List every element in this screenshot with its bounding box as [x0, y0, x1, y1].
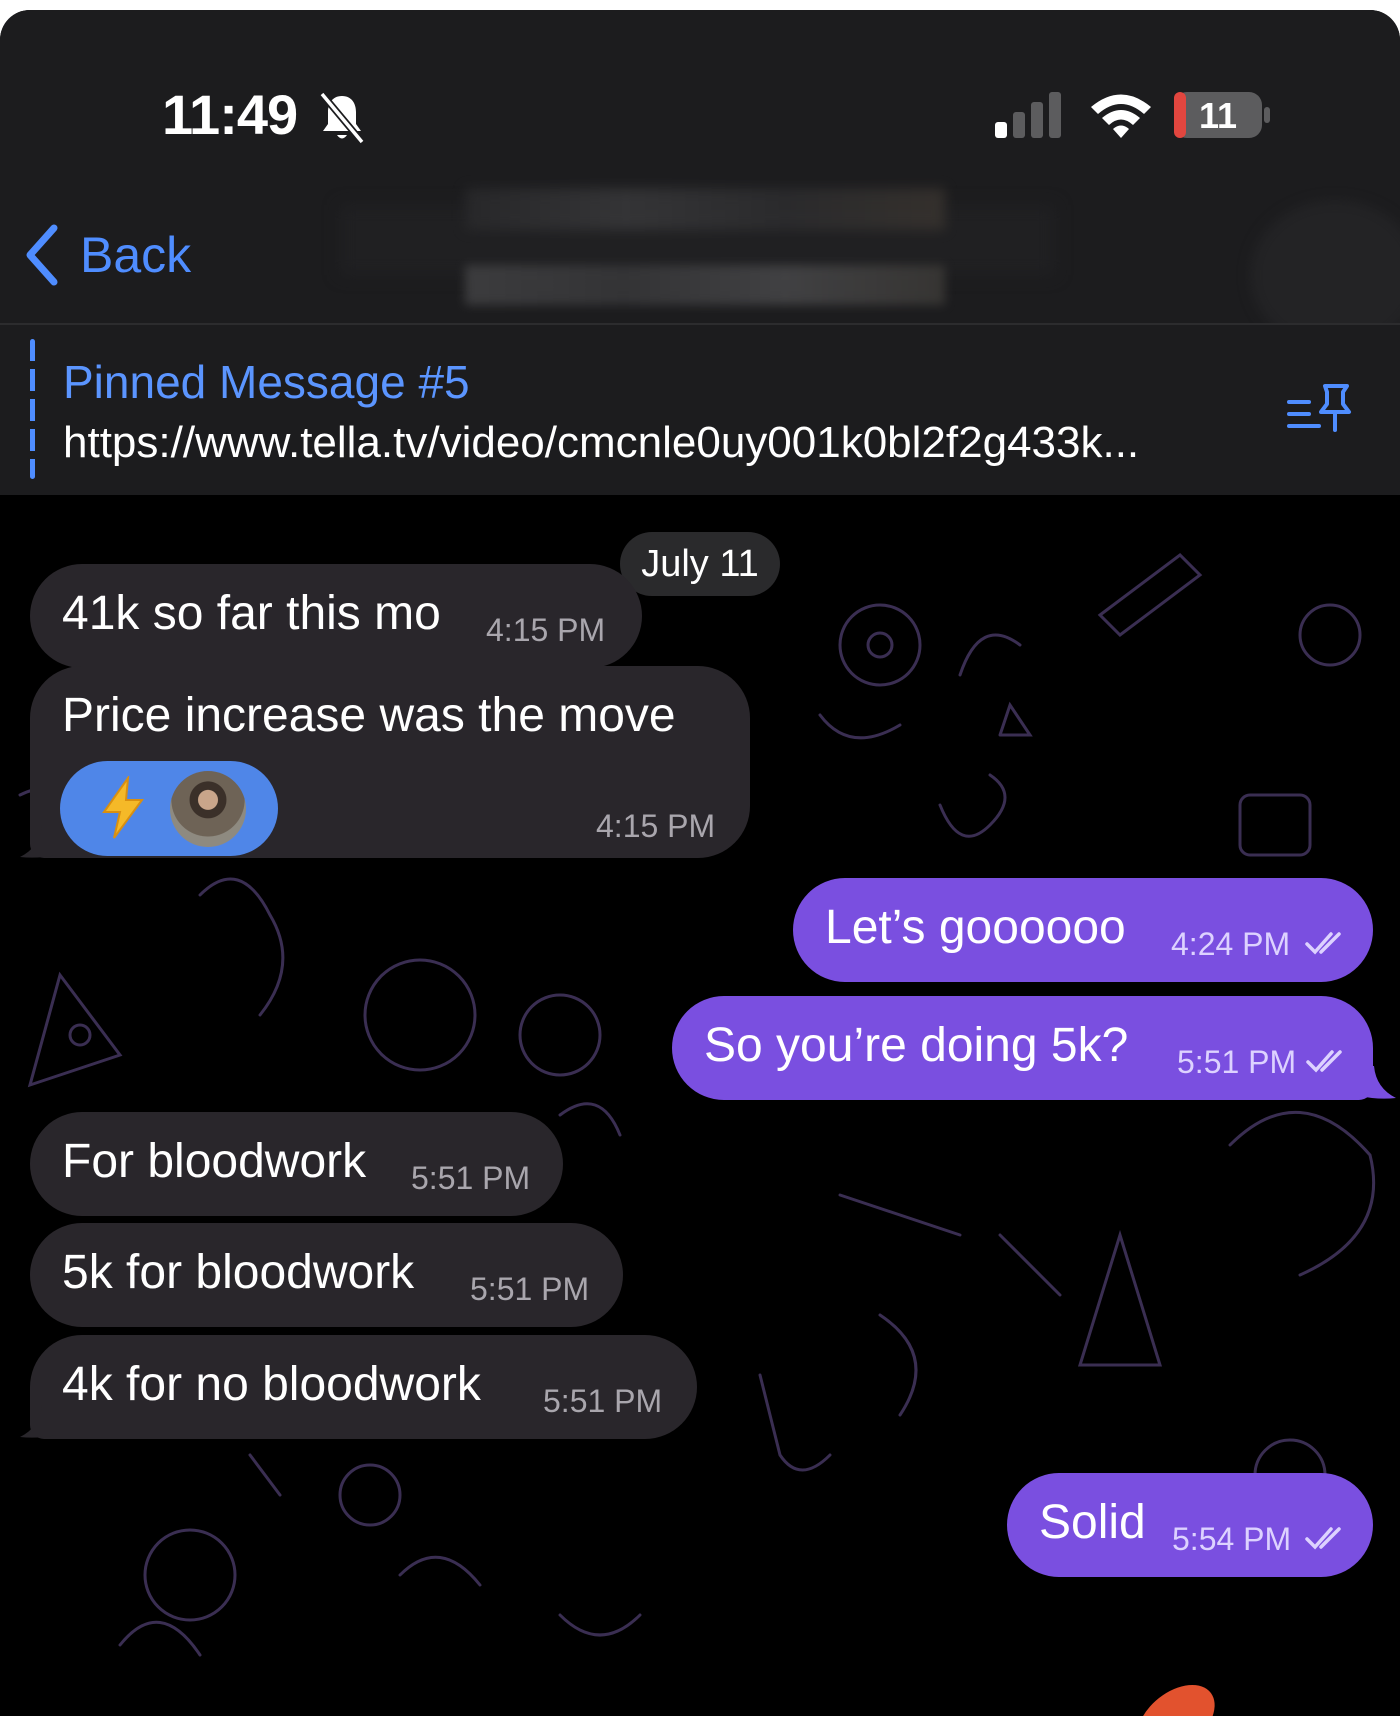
reaction-avatar — [170, 771, 246, 847]
message-time: 5:54 PM — [1172, 1521, 1292, 1557]
message-text: Solid — [1039, 1496, 1146, 1549]
back-label: Back — [80, 227, 192, 283]
message-text: Price increase was the move — [62, 689, 676, 742]
pinned-title: Pinned Message #5 — [63, 356, 470, 408]
pinned-url: https://www.tella.tv/video/cmcnle0uy001k… — [63, 418, 1140, 467]
message-time: 4:15 PM — [596, 808, 716, 844]
double-check-icon — [1305, 932, 1341, 955]
message-outgoing[interactable]: Solid 5:54 PM — [1007, 1473, 1373, 1577]
redacted-last-seen — [465, 265, 945, 305]
lightning-icon — [102, 776, 144, 839]
phone-screen: 11:49 11 Back Pinned Message #5 https://… — [0, 10, 1400, 1716]
message-incoming[interactable]: Price increase was the move 4:15 PM — [30, 666, 750, 858]
message-incoming[interactable]: 41k so far this mo 4:15 PM — [30, 564, 642, 668]
message-time: 5:51 PM — [1177, 1044, 1297, 1080]
pinned-indicator — [30, 339, 35, 479]
message-outgoing[interactable]: Let’s goooooo 4:24 PM — [793, 878, 1373, 982]
bubble-tail — [1360, 1066, 1396, 1099]
message-time: 4:24 PM — [1171, 926, 1291, 962]
double-check-icon — [1306, 1050, 1342, 1073]
message-outgoing[interactable]: So you’re doing 5k? 5:51 PM — [672, 996, 1373, 1100]
message-time: 5:51 PM — [470, 1271, 590, 1307]
message-time: 4:15 PM — [486, 612, 606, 648]
message-reaction[interactable] — [60, 761, 278, 856]
status-time: 11:49 — [162, 83, 298, 146]
message-text: For bloodwork — [62, 1135, 367, 1188]
wifi-icon — [1091, 94, 1151, 138]
message-text: Let’s goooooo — [825, 901, 1126, 954]
chevron-left-icon — [26, 224, 58, 286]
message-text: 4k for no bloodwork — [62, 1358, 481, 1411]
chat-area[interactable]: July 11 41k so far this mo 4:15 PM Price… — [0, 495, 1400, 1716]
bubble-tail — [20, 1405, 56, 1438]
bell-slash-icon — [319, 91, 365, 145]
double-check-icon — [1305, 1527, 1341, 1550]
message-text: 5k for bloodwork — [62, 1246, 415, 1299]
pinned-message-bar[interactable]: Pinned Message #5 https://www.tella.tv/v… — [0, 325, 1400, 495]
battery-icon: 11 — [1174, 92, 1270, 138]
back-button[interactable]: Back — [22, 220, 191, 290]
pinned-list-icon[interactable] — [1285, 380, 1355, 440]
battery-level: 11 — [1199, 95, 1237, 136]
message-time: 5:51 PM — [411, 1160, 531, 1196]
message-time: 5:51 PM — [543, 1383, 663, 1419]
date-separator: July 11 — [620, 532, 780, 596]
cellular-signal-icon — [995, 92, 1061, 138]
bubble-tail — [20, 825, 56, 858]
message-incoming[interactable]: 4k for no bloodwork 5:51 PM — [30, 1335, 697, 1439]
message-text: 41k so far this mo — [62, 587, 441, 640]
chat-header: 11:49 11 Back — [0, 10, 1400, 350]
message-text: So you’re doing 5k? — [704, 1019, 1129, 1072]
message-incoming[interactable]: For bloodwork 5:51 PM — [30, 1112, 563, 1216]
message-incoming[interactable]: 5k for bloodwork 5:51 PM — [30, 1223, 623, 1327]
redacted-contact-name[interactable] — [465, 188, 945, 230]
